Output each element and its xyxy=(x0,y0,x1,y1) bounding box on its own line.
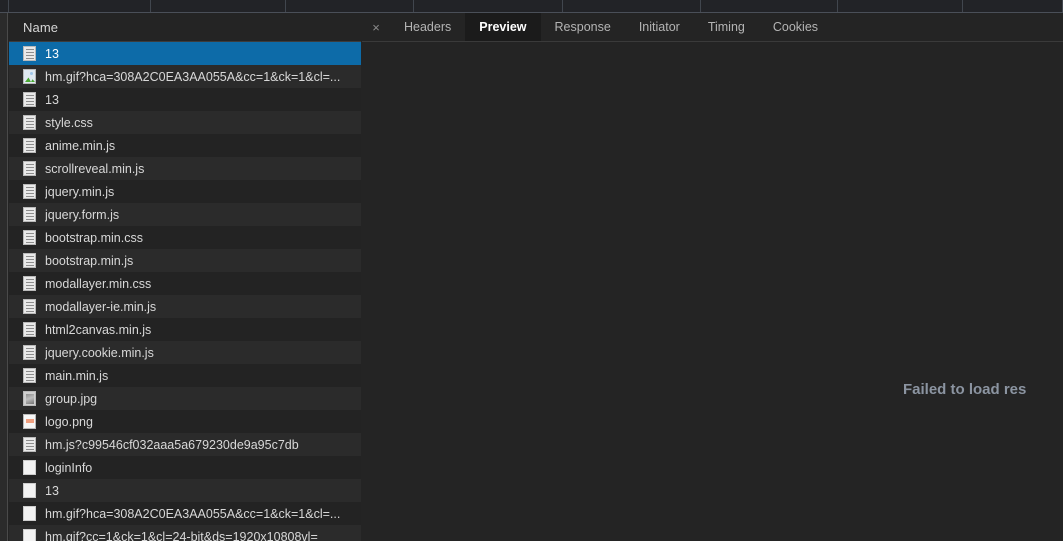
tab-cookies[interactable]: Cookies xyxy=(759,13,832,41)
doc-icon xyxy=(23,207,36,222)
column-header-segment[interactable] xyxy=(701,0,838,12)
doc-icon xyxy=(23,184,36,199)
name-column-label: Name xyxy=(23,19,59,35)
tab-initiator[interactable]: Initiator xyxy=(625,13,694,41)
request-name: hm.js?c99546cf032aaa5a679230de9a95c7db xyxy=(45,437,299,452)
table-row[interactable]: 13 xyxy=(9,42,361,65)
table-row[interactable]: 13 xyxy=(9,479,361,502)
table-row[interactable]: main.min.js xyxy=(9,364,361,387)
list-gutter xyxy=(0,13,8,541)
blank-icon xyxy=(23,506,36,521)
name-column-header[interactable]: Name xyxy=(9,13,361,42)
request-name: bootstrap.min.js xyxy=(45,253,134,268)
blank-icon xyxy=(23,529,36,541)
table-row[interactable]: bootstrap.min.css xyxy=(9,226,361,249)
tab-preview[interactable]: Preview xyxy=(465,13,541,41)
request-name: jquery.min.js xyxy=(45,184,115,199)
request-name: html2canvas.min.js xyxy=(45,322,152,337)
request-list[interactable]: 13 hm.gif?hca=308A2C0EA3AA055A&cc=1&ck=1&… xyxy=(9,42,361,541)
table-row[interactable]: logo.png xyxy=(9,410,361,433)
request-name: group.jpg xyxy=(45,391,98,406)
doc-icon xyxy=(23,161,36,176)
column-header-segment[interactable] xyxy=(963,0,1063,12)
doc-icon xyxy=(23,253,36,268)
preview-error-message: Failed to load res xyxy=(903,381,1027,398)
table-row[interactable]: hm.gif?hca=308A2C0EA3AA055A&cc=1&ck=1&cl… xyxy=(9,65,361,88)
tab-response[interactable]: Response xyxy=(541,13,625,41)
table-row[interactable]: hm.gif?hca=308A2C0EA3AA055A&cc=1&ck=1&cl… xyxy=(9,502,361,525)
table-row[interactable]: group.jpg xyxy=(9,387,361,410)
request-detail-panel: × Headers Preview Response Initiator Timing C… xyxy=(362,13,1063,541)
request-name: main.min.js xyxy=(45,368,109,383)
column-header-segment[interactable] xyxy=(151,0,286,12)
table-row[interactable]: modallayer.min.css xyxy=(9,272,361,295)
column-header-segment[interactable] xyxy=(414,0,563,12)
request-name: hm.gif?hca=308A2C0EA3AA055A&cc=1&ck=1&cl… xyxy=(45,506,341,521)
tab-timing[interactable]: Timing xyxy=(694,13,759,41)
request-name: jquery.form.js xyxy=(45,207,120,222)
table-row[interactable]: modallayer-ie.min.js xyxy=(9,295,361,318)
column-header-segment[interactable] xyxy=(286,0,414,12)
detail-tabbar: × Headers Preview Response Initiator Timing C… xyxy=(362,13,1063,42)
table-row[interactable]: html2canvas.min.js xyxy=(9,318,361,341)
request-name: modallayer.min.css xyxy=(45,276,152,291)
table-row[interactable]: style.css xyxy=(9,111,361,134)
request-name: anime.min.js xyxy=(45,138,116,153)
tab-headers[interactable]: Headers xyxy=(390,13,465,41)
doc-icon xyxy=(23,138,36,153)
table-row[interactable]: jquery.form.js xyxy=(9,203,361,226)
doc-icon xyxy=(23,115,36,130)
preview-content: Failed to load res https://blog.csdn.net… xyxy=(362,42,1063,541)
request-name: logo.png xyxy=(45,414,93,429)
table-row[interactable]: hm.js?c99546cf032aaa5a679230de9a95c7db xyxy=(9,433,361,456)
column-header-segment[interactable] xyxy=(9,0,151,12)
column-header-segment[interactable] xyxy=(0,0,9,12)
table-row[interactable]: jquery.min.js xyxy=(9,180,361,203)
table-row[interactable]: bootstrap.min.js xyxy=(9,249,361,272)
doc-icon xyxy=(23,437,36,452)
close-icon[interactable]: × xyxy=(362,13,390,41)
doc-icon xyxy=(23,276,36,291)
table-row[interactable]: scrollreveal.min.js xyxy=(9,157,361,180)
img-jpg-icon xyxy=(23,391,36,406)
column-header-segment[interactable] xyxy=(838,0,963,12)
img-png-icon xyxy=(23,414,36,429)
column-header-strip xyxy=(0,0,1063,13)
doc-icon xyxy=(23,322,36,337)
request-name: 13 xyxy=(45,46,59,61)
doc-icon xyxy=(23,92,36,107)
blank-icon xyxy=(23,483,36,498)
request-name: hm.gif?hca=308A2C0EA3AA055A&cc=1&ck=1&cl… xyxy=(45,69,341,84)
doc-icon xyxy=(23,299,36,314)
request-list-panel: Name 13 hm.gif?hca=308A2C0EA3AA055A&cc=1&… xyxy=(0,13,361,541)
img-gif-icon xyxy=(23,69,36,84)
doc-icon xyxy=(23,345,36,360)
table-row[interactable]: jquery.cookie.min.js xyxy=(9,341,361,364)
request-name: bootstrap.min.css xyxy=(45,230,143,245)
devtools-network-panel: Name 13 hm.gif?hca=308A2C0EA3AA055A&cc=1&… xyxy=(0,0,1063,541)
table-row[interactable]: loginInfo xyxy=(9,456,361,479)
table-row[interactable]: hm.gif?cc=1&ck=1&cl=24-bit&ds=1920x10808… xyxy=(9,525,361,541)
column-header-segment[interactable] xyxy=(563,0,701,12)
request-name: hm.gif?cc=1&ck=1&cl=24-bit&ds=1920x10808… xyxy=(45,529,318,541)
doc-icon xyxy=(23,368,36,383)
blank-icon xyxy=(23,460,36,475)
request-name: jquery.cookie.min.js xyxy=(45,345,154,360)
doc-icon xyxy=(23,46,36,61)
request-name: style.css xyxy=(45,115,93,130)
request-name: loginInfo xyxy=(45,460,93,475)
doc-icon xyxy=(23,230,36,245)
request-name: 13 xyxy=(45,92,59,107)
request-name: 13 xyxy=(45,483,59,498)
table-row[interactable]: anime.min.js xyxy=(9,134,361,157)
request-name: modallayer-ie.min.js xyxy=(45,299,157,314)
table-row[interactable]: 13 xyxy=(9,88,361,111)
request-name: scrollreveal.min.js xyxy=(45,161,145,176)
